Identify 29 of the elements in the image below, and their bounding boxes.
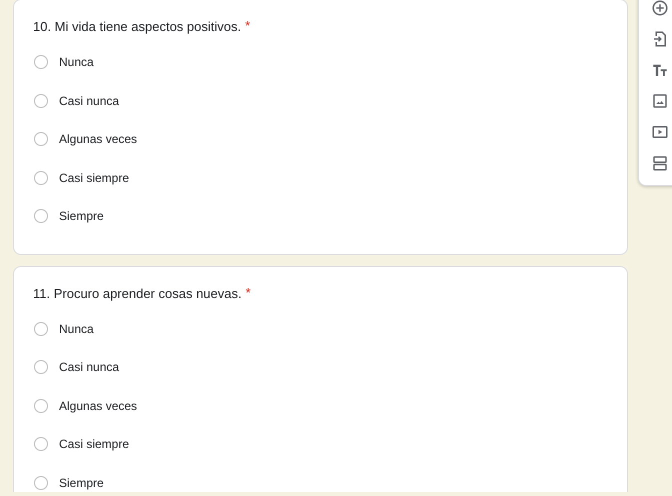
radio-button[interactable] bbox=[34, 132, 48, 146]
image-icon[interactable] bbox=[651, 92, 669, 110]
option-label: Casi siempre bbox=[59, 170, 130, 185]
option-label: Casi nunca bbox=[59, 360, 120, 374]
radio-button[interactable] bbox=[34, 437, 48, 452]
question-title: 10. Mi vida tiene aspectos positivos. bbox=[33, 19, 242, 34]
option-label: Algunas veces bbox=[59, 132, 138, 146]
radio-button[interactable] bbox=[34, 322, 48, 336]
radio-button[interactable] bbox=[34, 55, 48, 70]
radio-button[interactable] bbox=[34, 170, 48, 185]
option-label: Algunas veces bbox=[59, 398, 138, 413]
option-label: Casi siempre bbox=[59, 437, 130, 452]
question-title: 11. Procuro aprender cosas nuevas. bbox=[33, 286, 242, 300]
option-label: Casi nunca bbox=[59, 94, 120, 108]
required-mark: * bbox=[246, 286, 251, 298]
section-icon[interactable] bbox=[651, 154, 669, 172]
option-label: Siempre bbox=[59, 209, 104, 224]
video-icon[interactable] bbox=[651, 123, 669, 141]
import-icon[interactable] bbox=[651, 30, 669, 48]
radio-button[interactable] bbox=[34, 398, 48, 413]
option-label: Nunca bbox=[59, 322, 94, 336]
add-icon[interactable] bbox=[651, 0, 669, 17]
radio-button[interactable] bbox=[34, 209, 48, 224]
radio-button[interactable] bbox=[34, 360, 48, 374]
radio-button[interactable] bbox=[34, 94, 48, 108]
option-label: Siempre bbox=[59, 476, 104, 490]
option-label: Nunca bbox=[59, 55, 94, 70]
required-mark: * bbox=[245, 19, 250, 32]
radio-button[interactable] bbox=[34, 476, 48, 490]
